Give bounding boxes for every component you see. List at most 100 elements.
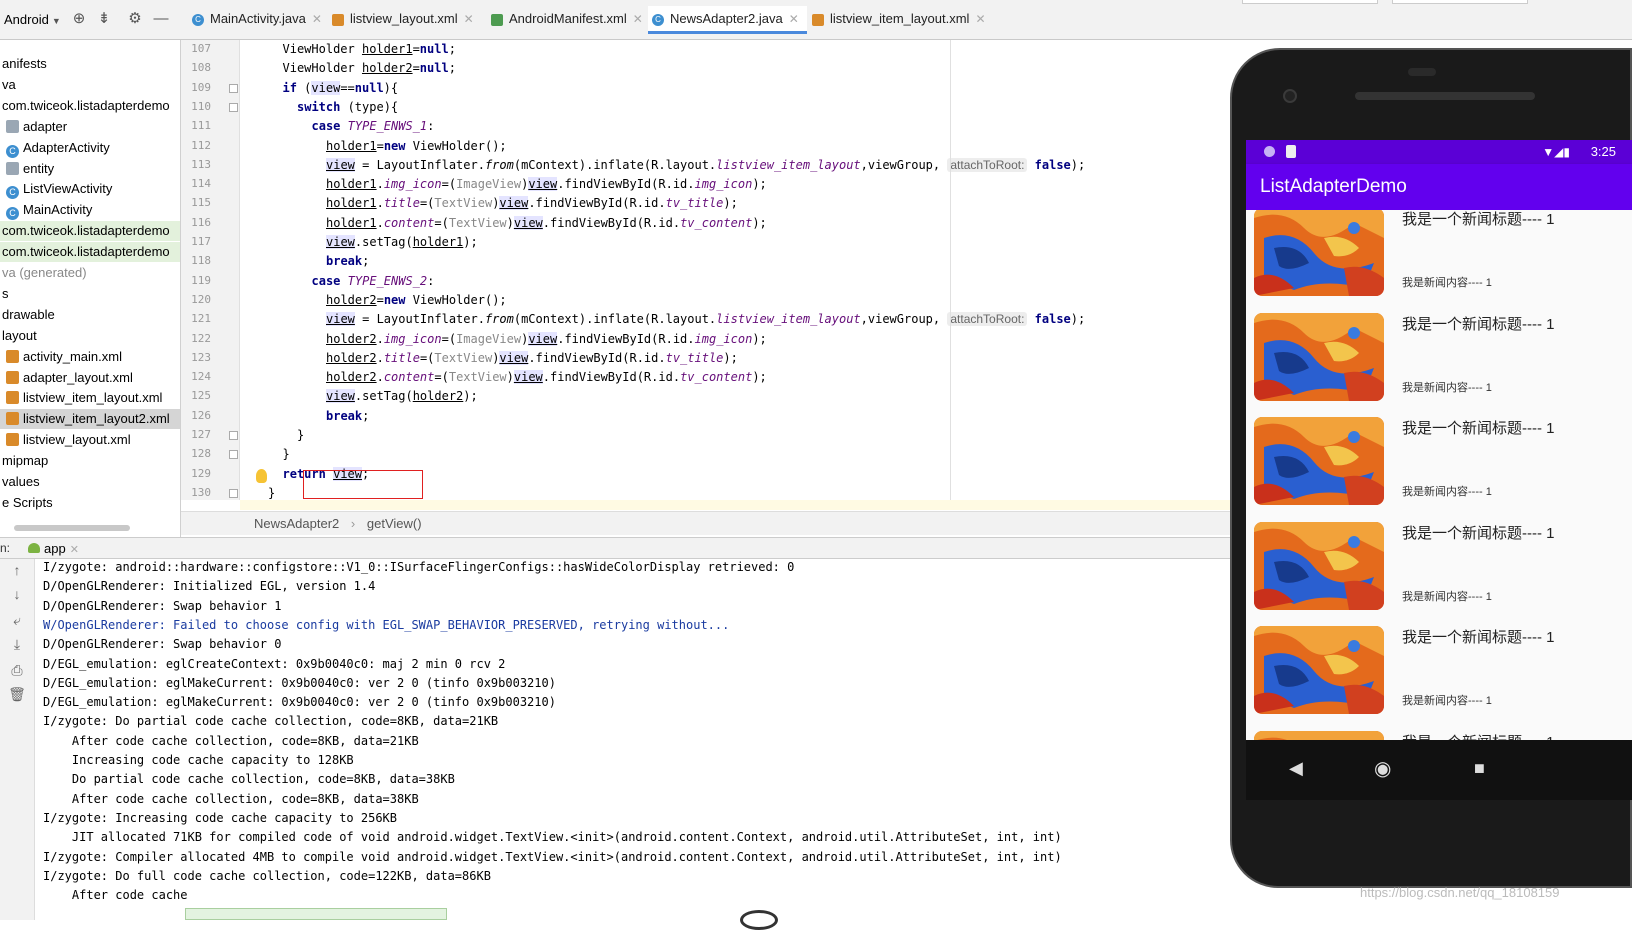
scroll-to-end-icon[interactable]: ⤓: [8, 635, 26, 653]
tree-item[interactable]: com.twiceok.listadapterdemo: [0, 96, 180, 116]
close-icon[interactable]: ✕: [70, 544, 79, 556]
code-editor[interactable]: ViewHolder holder1=null; ViewHolder holde…: [240, 40, 1242, 500]
tree-item[interactable]: adapter_layout.xml: [0, 368, 180, 388]
code-line: holder2.img_icon=(ImageView)view.findVie…: [326, 331, 767, 346]
tree-item-label: MainActivity: [23, 202, 93, 217]
breadcrumb-method[interactable]: getView(): [367, 516, 422, 531]
tab-listview-layout-xml[interactable]: listview_layout.xml ✕: [328, 6, 482, 34]
list-item[interactable]: 我是一个新闻标题---- 1我是新闻内容---- 1: [1246, 620, 1632, 727]
tree-item[interactable]: drawable: [0, 305, 180, 325]
tree-item-label: AdapterActivity: [23, 140, 110, 155]
tree-item-label: s: [2, 286, 9, 301]
log-line: D/EGL_emulation: eglMakeCurrent: 0x9b004…: [43, 695, 556, 710]
log-line: Increasing code cache capacity to 128KB: [43, 753, 354, 767]
print-icon[interactable]: ⎙: [8, 661, 26, 679]
breadcrumb: NewsAdapter2 › getView(): [181, 511, 1242, 535]
fold-marker-icon[interactable]: [229, 83, 238, 93]
tree-item-label: listview_item_layout2.xml: [23, 411, 170, 426]
tree-item[interactable]: adapter: [0, 117, 180, 137]
list-item[interactable]: 我是一个新闻标题---- 1我是新闻内容---- 1: [1246, 210, 1632, 309]
xml-layout-icon: [332, 14, 344, 26]
line-number: 112: [191, 138, 211, 152]
news-thumbnail: [1254, 417, 1384, 505]
tree-item[interactable]: va (generated): [0, 263, 180, 283]
code-line: holder2=new ViewHolder();: [326, 292, 507, 307]
close-icon[interactable]: ✕: [633, 12, 643, 26]
tree-item[interactable]: listview_layout.xml: [0, 430, 180, 450]
code-line: holder1.title=(TextView)view.findViewByI…: [326, 196, 738, 211]
tree-item[interactable]: activity_main.xml: [0, 347, 180, 367]
tree-item[interactable]: anifests: [0, 54, 180, 74]
code-line: break;: [326, 408, 370, 423]
tree-item-label: va: [2, 77, 16, 92]
tree-item[interactable]: listview_item_layout.xml: [0, 388, 180, 408]
tree-scrollbar[interactable]: [14, 525, 130, 531]
tree-item[interactable]: C AdapterActivity: [0, 138, 180, 158]
logcat-output[interactable]: I/zygote: android::hardware::configstore…: [35, 559, 1242, 920]
watermark: https://blog.csdn.net/qq_18108159: [1360, 885, 1560, 900]
list-item[interactable]: 我是一个新闻标题---- 1我是新闻内容---- 1: [1246, 306, 1632, 414]
close-icon[interactable]: ✕: [464, 12, 474, 26]
tree-item[interactable]: layout: [0, 326, 180, 346]
breadcrumb-class[interactable]: NewsAdapter2: [254, 516, 339, 531]
minimize-icon[interactable]: —: [152, 10, 170, 28]
globe-icon[interactable]: ⊕: [70, 10, 88, 28]
tree-item[interactable]: entity: [0, 159, 180, 179]
news-content: 我是新闻内容---- 1: [1402, 277, 1492, 289]
fold-marker-icon[interactable]: [229, 450, 238, 460]
list-item[interactable]: 我是一个新闻标题---- 1我是新闻内容---- 1: [1246, 724, 1632, 740]
close-icon[interactable]: ✕: [312, 12, 322, 26]
arrow-down-icon[interactable]: ↓: [8, 585, 26, 603]
back-icon[interactable]: ◀: [1289, 758, 1303, 779]
tab-newsadapter2-java[interactable]: C NewsAdapter2.java ✕: [648, 6, 807, 34]
tree-item[interactable]: C MainActivity: [0, 200, 180, 220]
list-item[interactable]: 我是一个新闻标题---- 1我是新闻内容---- 1: [1246, 515, 1632, 623]
news-title: 我是一个新闻标题---- 1: [1402, 420, 1555, 437]
code-line: case TYPE_ENWS_1:: [311, 119, 435, 134]
news-list[interactable]: 我是一个新闻标题---- 1 我是新闻内容---- 1 我是一个新闻标题---- 1…: [1246, 210, 1632, 740]
phone-screen: ▼◢▮ 3:25 ListAdapterDemo 我是一个新闻标题---- 1我…: [1246, 140, 1632, 740]
tree-item[interactable]: mipmap: [0, 451, 180, 471]
fold-marker-icon[interactable]: [229, 488, 238, 498]
gear-icon[interactable]: ⚙: [126, 10, 144, 28]
list-item[interactable]: 我是一个新闻标题---- 1 我是新闻内容---- 1: [1246, 411, 1632, 518]
close-icon[interactable]: ✕: [975, 12, 985, 26]
tree-item-label: ListViewActivity: [23, 181, 113, 196]
project-view-dropdown[interactable]: Android ▼: [4, 12, 61, 27]
tab-mainactivity-java[interactable]: C MainActivity.java ✕: [188, 6, 330, 34]
tree-item-label: anifests: [2, 56, 47, 71]
tree-item[interactable]: listview_item_layout2.xml: [0, 409, 180, 429]
close-icon[interactable]: ✕: [789, 12, 799, 26]
arrow-up-icon[interactable]: ↑: [8, 561, 26, 579]
tree-item[interactable]: com.twiceok.listadapterdemo: [0, 242, 180, 262]
run-tab-app[interactable]: app ✕: [28, 541, 79, 556]
line-number: 124: [191, 370, 211, 384]
trash-icon[interactable]: 🗑: [8, 685, 26, 703]
tab-androidmanifest-xml[interactable]: AndroidManifest.xml ✕: [487, 6, 651, 34]
tree-item[interactable]: s: [0, 284, 180, 304]
line-number: 116: [191, 215, 211, 229]
fold-marker-icon[interactable]: [229, 431, 238, 440]
soft-wrap-icon[interactable]: ⤶: [8, 611, 26, 629]
tree-item-label: com.twiceok.listadapterdemo: [2, 223, 170, 238]
fold-marker-icon[interactable]: [229, 102, 238, 112]
run-panel-header: n: app ✕: [0, 537, 1242, 559]
tree-item[interactable]: va: [0, 75, 180, 95]
log-line: After code cache collection, code=8KB, d…: [43, 791, 419, 806]
tree-item[interactable]: e Scripts: [0, 493, 180, 513]
collapse-icon[interactable]: ⇟: [95, 10, 113, 28]
home-icon[interactable]: ◉: [1374, 756, 1391, 781]
line-number: 117: [191, 235, 211, 248]
tab-listview-item-layout-xml[interactable]: listview_item_layout.xml ✕: [808, 6, 994, 34]
editor-gutter: 107 108 109 110 111 112 113 114 115 116 117 118 119 1…: [181, 40, 240, 500]
tree-item[interactable]: C ListViewActivity: [0, 179, 180, 199]
lightbulb-icon[interactable]: [256, 469, 267, 483]
tree-item[interactable]: values: [0, 472, 180, 492]
line-number: 121: [191, 312, 211, 326]
line-number: 129: [191, 466, 211, 480]
recents-icon[interactable]: ■: [1474, 758, 1485, 779]
news-content: 我是新闻内容---- 1: [1402, 486, 1492, 498]
android-icon: [28, 543, 40, 553]
tree-item[interactable]: com.twiceok.listadapterdemo: [0, 221, 180, 241]
line-number: 113: [191, 157, 211, 171]
